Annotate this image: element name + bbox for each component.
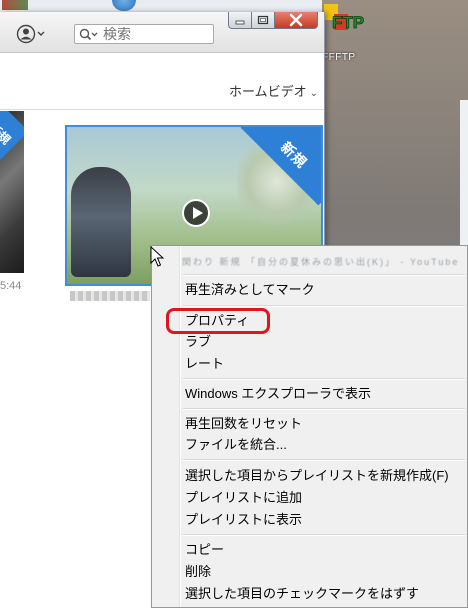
user-account-icon[interactable] xyxy=(16,24,46,44)
background-app-icon xyxy=(2,0,28,10)
menu-separator xyxy=(183,305,465,307)
minimize-button[interactable] xyxy=(228,12,252,29)
category-dropdown[interactable]: ホームビデオ ⌄ xyxy=(229,81,318,100)
menu-icon-gutter xyxy=(179,246,181,607)
menu-item-properties[interactable]: プロパティ xyxy=(185,311,249,331)
ffftp-app-icon[interactable]: FTP xyxy=(324,4,366,40)
ftp-icon-text: FTP xyxy=(332,13,364,32)
category-label: ホームビデオ xyxy=(229,84,307,99)
menu-item-love[interactable]: ラブ xyxy=(185,332,211,352)
menu-item-copy[interactable]: コピー xyxy=(185,540,224,560)
menu-item-new-playlist-from-selection[interactable]: 選択した項目からプレイリストを新規作成(F) xyxy=(185,466,449,486)
close-icon xyxy=(289,13,303,27)
search-box[interactable] xyxy=(74,24,214,44)
mouse-cursor-icon xyxy=(150,246,165,267)
maximize-button[interactable] xyxy=(251,12,275,29)
menu-separator xyxy=(183,378,465,380)
close-button[interactable] xyxy=(274,12,318,29)
browser-icon xyxy=(112,0,136,11)
menu-item-uncheck-selection[interactable]: 選択した項目のチェックマークをはずす xyxy=(185,584,419,604)
menu-item-consolidate-files[interactable]: ファイルを統合... xyxy=(185,435,287,455)
menu-item-show-in-playlist[interactable]: プレイリストに表示 xyxy=(185,510,302,530)
maximize-icon xyxy=(257,15,269,25)
video-duration: 5:44 xyxy=(0,280,22,292)
menu-item-show-in-explorer[interactable]: Windows エクスプローラで表示 xyxy=(185,384,371,404)
menu-item-delete[interactable]: 削除 xyxy=(185,562,211,582)
menu-separator xyxy=(183,408,465,410)
video-tile-partial[interactable]: 新規 xyxy=(0,111,24,273)
search-icon xyxy=(79,28,98,41)
library-toolbar: ホームビデオ ⌄ xyxy=(0,53,324,110)
ffftp-icon-label[interactable]: FFFTP xyxy=(322,52,356,63)
menu-item-rate[interactable]: レート xyxy=(185,354,224,374)
play-icon[interactable] xyxy=(182,199,210,227)
menu-separator xyxy=(183,459,465,461)
chevron-down-icon: ⌄ xyxy=(309,88,319,99)
context-menu: 関わり 新規 「自分の夏休みの思い出(K)」 - YouTube 「自分の 再生… xyxy=(151,245,468,608)
background-taskbar-strip xyxy=(0,0,322,12)
menu-item-mark-as-played[interactable]: 再生済みとしてマーク xyxy=(185,280,315,300)
minimize-icon xyxy=(235,20,245,25)
thumbnail-person-blurred xyxy=(71,167,131,277)
menu-item-reset-play-count[interactable]: 再生回数をリセット xyxy=(185,414,302,434)
search-input[interactable] xyxy=(103,26,209,42)
menu-item-add-to-playlist[interactable]: プレイリストに追加 xyxy=(185,488,302,508)
title-bar xyxy=(0,12,324,53)
menu-separator xyxy=(183,534,465,536)
video-title-blurred xyxy=(70,291,150,301)
menu-separator xyxy=(183,274,465,276)
menu-header-item-title: 関わり 新規 「自分の夏休みの思い出(K)」 - YouTube 「自分の xyxy=(182,257,466,267)
